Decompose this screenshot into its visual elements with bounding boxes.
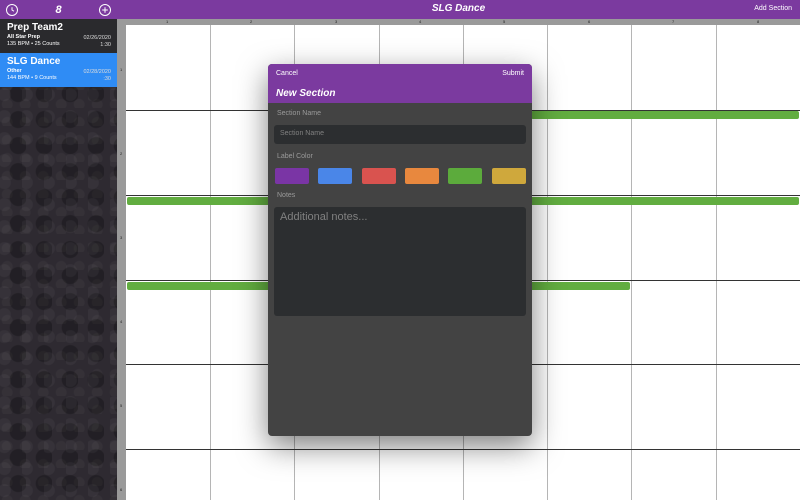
timer-icon <box>11 6 15 12</box>
section-name-input[interactable]: Section Name <box>274 125 526 144</box>
color-swatch-purple[interactable] <box>275 168 309 184</box>
column-number: 3 <box>335 19 338 24</box>
color-swatch-yellow[interactable] <box>492 168 526 184</box>
page-title: SLG Dance <box>431 3 486 14</box>
cancel-button[interactable]: Cancel <box>276 70 298 77</box>
grid-row-line <box>126 449 800 450</box>
add-song-button[interactable] <box>99 3 111 16</box>
dialog-title: New Section <box>276 88 336 99</box>
plus-icon <box>102 6 108 13</box>
color-swatch-green[interactable] <box>448 168 482 184</box>
song-title: Prep Team2 <box>7 22 63 33</box>
color-swatch-orange[interactable] <box>405 168 439 184</box>
column-number: 1 <box>166 19 169 24</box>
column-number: 6 <box>588 19 591 24</box>
section-name-label: Section Name <box>277 110 321 117</box>
submit-button[interactable]: Submit <box>502 70 524 77</box>
dialog-header: Cancel Submit New Section <box>268 64 532 103</box>
column-number: 8 <box>757 19 760 24</box>
grid-column-line <box>631 25 632 500</box>
row-number: 5 <box>120 403 123 408</box>
column-number: 7 <box>672 19 675 24</box>
notes-placeholder: Additional notes... <box>280 211 368 223</box>
timer-button[interactable] <box>6 3 18 16</box>
column-number: 5 <box>503 19 506 24</box>
song-date: 02/28/2020 <box>83 69 111 75</box>
notes-textarea[interactable]: Additional notes... <box>274 207 526 316</box>
row-number: 4 <box>120 319 123 324</box>
notes-label: Notes <box>277 192 296 199</box>
row-ruler: 1 2 3 4 5 6 <box>117 19 126 500</box>
sidebar: 8 Prep Team2 All Star Prep 135 BPM • 25 … <box>0 0 117 500</box>
song-duration: :30 <box>103 76 111 82</box>
row-number: 3 <box>120 235 123 240</box>
column-number: 4 <box>419 19 422 24</box>
app-window: 8 Prep Team2 All Star Prep 135 BPM • 25 … <box>0 0 800 500</box>
color-swatch-red[interactable] <box>362 168 396 184</box>
grid-column-line <box>716 25 717 500</box>
label-color-label: Label Color <box>277 153 313 160</box>
section-bar[interactable] <box>531 111 799 119</box>
song-duration: 1:30 <box>100 42 111 48</box>
row-number: 1 <box>120 67 123 72</box>
section-name-placeholder: Section Name <box>280 130 324 137</box>
color-swatch-blue[interactable] <box>318 168 352 184</box>
song-count: 8 <box>55 3 62 16</box>
row-number: 6 <box>120 487 123 492</box>
sidebar-toolbar: 8 <box>0 0 117 19</box>
song-item-prep-team2[interactable]: Prep Team2 All Star Prep 135 BPM • 25 Co… <box>0 19 117 53</box>
row-number: 2 <box>120 151 123 156</box>
grid-column-line <box>210 25 211 500</box>
add-section-button[interactable]: Add Section <box>754 5 792 12</box>
grid-column-line <box>547 25 548 500</box>
column-number: 2 <box>250 19 253 24</box>
main-header: SLG Dance Add Section <box>117 0 800 19</box>
new-section-dialog: Cancel Submit New Section Section Name S… <box>268 64 532 436</box>
song-item-slg-dance[interactable]: SLG Dance Other 144 BPM • 9 Counts 02/28… <box>0 53 117 87</box>
song-title: SLG Dance <box>7 56 61 67</box>
song-date: 02/26/2020 <box>83 35 111 41</box>
